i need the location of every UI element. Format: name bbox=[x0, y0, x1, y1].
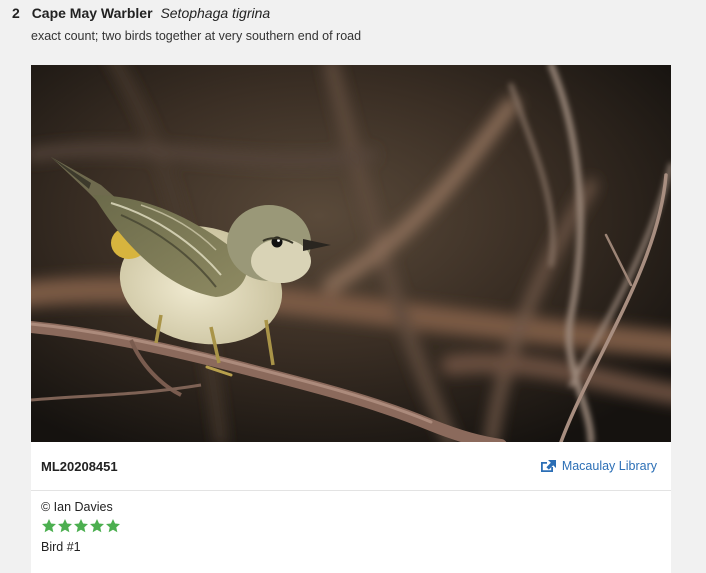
photographer-credit: © Ian Davies bbox=[41, 500, 113, 514]
media-info-header: ML20208451 Macaulay Library bbox=[31, 442, 671, 491]
star-icon bbox=[90, 519, 104, 533]
photo-illustration bbox=[31, 65, 671, 442]
bird-photo[interactable] bbox=[31, 65, 671, 442]
observation-comment: exact count; two birds together at very … bbox=[31, 29, 362, 43]
species-common-name[interactable]: Cape May Warbler bbox=[32, 5, 153, 21]
asset-id[interactable]: ML20208451 bbox=[41, 459, 118, 474]
species-scientific-name: Setophaga tigrina bbox=[160, 5, 271, 21]
species-count: 2 bbox=[12, 5, 20, 21]
star-icon bbox=[106, 519, 120, 533]
macaulay-library-link[interactable]: Macaulay Library bbox=[540, 459, 657, 473]
star-icon bbox=[42, 519, 56, 533]
external-link-icon bbox=[540, 460, 556, 472]
macaulay-library-label: Macaulay Library bbox=[561, 459, 657, 473]
species-header: 2 Cape May Warbler Setophaga tigrina bbox=[12, 4, 270, 22]
media-info-card: ML20208451 Macaulay Library © Ian Davies… bbox=[31, 442, 671, 573]
media-caption: Bird #1 bbox=[41, 540, 81, 554]
rating-stars bbox=[41, 518, 661, 534]
star-icon bbox=[58, 519, 72, 533]
star-icon bbox=[74, 519, 88, 533]
